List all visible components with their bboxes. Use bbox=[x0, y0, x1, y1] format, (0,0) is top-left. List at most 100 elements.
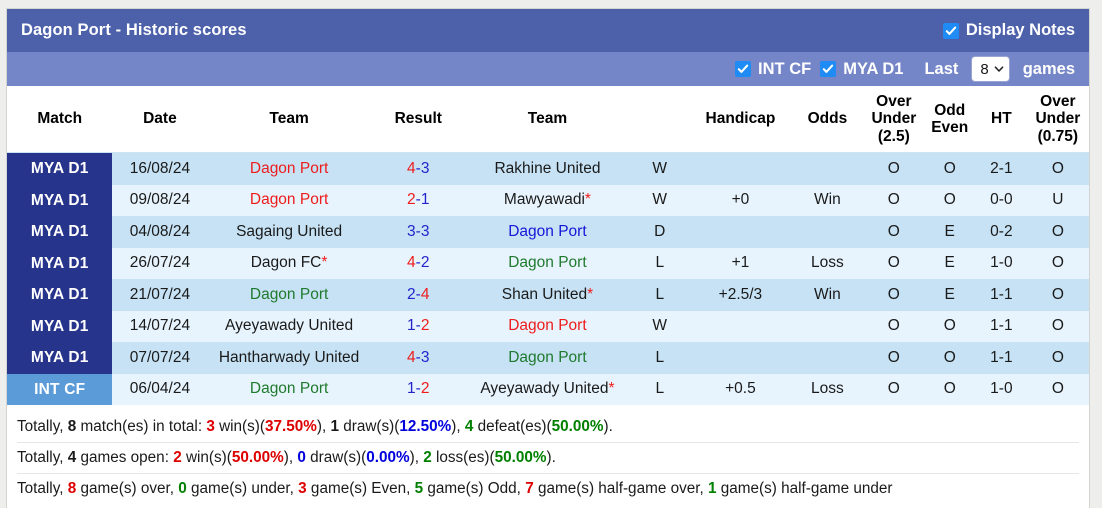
cell-home-team[interactable]: Sagaing United bbox=[207, 216, 371, 248]
s3-half-over: 7 bbox=[525, 480, 534, 498]
cell-away-team[interactable]: Dagon Port bbox=[465, 247, 630, 280]
cell-league[interactable]: MYA D1 bbox=[7, 310, 113, 343]
titlebar: Dagon Port - Historic scores Display Not… bbox=[7, 9, 1089, 52]
cell-away-team[interactable]: Ayeyawady United* bbox=[465, 373, 630, 406]
cell-odds: Win bbox=[790, 184, 865, 217]
cell-result[interactable]: 4-3 bbox=[370, 342, 466, 374]
col-header-date[interactable]: Date bbox=[112, 86, 208, 154]
s2-t5: ), bbox=[409, 449, 424, 467]
s1-t1: match(es) in total: bbox=[76, 418, 207, 436]
cell-home-team[interactable]: Dagon Port bbox=[207, 152, 371, 185]
cell-over-under-075: U bbox=[1026, 184, 1089, 217]
table-row[interactable]: MYA D1 16/08/24 Dagon Port 4-3 Rakhine Unite… bbox=[7, 152, 1089, 185]
table-header-row: Match Date Team Result Team Handicap Odd… bbox=[7, 86, 1089, 154]
s3-t4: game(s) Odd, bbox=[423, 480, 526, 498]
table-row[interactable]: MYA D1 21/07/24 Dagon Port 2-4 Shan United* L… bbox=[7, 279, 1089, 311]
away-team-name: Dagon Port bbox=[508, 222, 587, 240]
display-notes-control[interactable]: Display Notes bbox=[942, 21, 1075, 40]
filter-mya-d1[interactable]: MYA D1 bbox=[820, 60, 903, 79]
historic-scores-card: Dagon Port - Historic scores Display Not… bbox=[6, 8, 1090, 508]
cell-result[interactable]: 3-3 bbox=[370, 216, 466, 248]
neutral-venue-star-icon: * bbox=[584, 191, 591, 209]
cell-league[interactable]: MYA D1 bbox=[7, 184, 113, 217]
col-header-handicap[interactable]: Handicap bbox=[690, 86, 791, 154]
cell-date: 09/08/24 bbox=[112, 184, 208, 217]
col-header-result[interactable]: Result bbox=[370, 86, 466, 154]
cell-home-team[interactable]: Dagon Port bbox=[207, 373, 371, 406]
col-header-over-under-25[interactable]: Over Under (2.5) bbox=[864, 86, 924, 154]
s3-odd: 5 bbox=[414, 480, 424, 498]
s2-t7: ). bbox=[546, 449, 556, 467]
cell-result[interactable]: 4-2 bbox=[370, 247, 466, 280]
int-cf-checkbox[interactable] bbox=[735, 61, 752, 77]
cell-wdl: D bbox=[629, 216, 691, 248]
cell-odds bbox=[790, 152, 865, 185]
cell-home-team[interactable]: Dagon Port bbox=[207, 279, 371, 311]
s2-loss-pct: 50.00% bbox=[494, 449, 547, 467]
cell-league[interactable]: MYA D1 bbox=[7, 279, 113, 311]
cell-home-team[interactable]: Dagon FC* bbox=[207, 247, 371, 280]
cell-league[interactable]: MYA D1 bbox=[7, 216, 113, 248]
col-header-match[interactable]: Match bbox=[7, 86, 113, 154]
s1-t3: ), bbox=[316, 418, 331, 436]
table-row[interactable]: INT CF 06/04/24 Dagon Port 1-2 Ayeyawady Uni… bbox=[7, 373, 1089, 406]
cell-result[interactable]: 2-1 bbox=[370, 184, 466, 217]
cell-away-team[interactable]: Mawyawadi* bbox=[465, 184, 630, 217]
cell-away-team[interactable]: Dagon Port bbox=[465, 310, 630, 343]
cell-league[interactable]: INT CF bbox=[7, 373, 113, 406]
ou075-line3: (0.75) bbox=[1037, 127, 1079, 145]
table-row[interactable]: MYA D1 09/08/24 Dagon Port 2-1 Mawyawadi* W +0… bbox=[7, 184, 1089, 217]
cell-league[interactable]: MYA D1 bbox=[7, 342, 113, 374]
cell-home-team[interactable]: Dagon Port bbox=[207, 184, 371, 217]
cell-over-under-25: O bbox=[864, 184, 924, 217]
cell-result[interactable]: 4-3 bbox=[370, 152, 466, 185]
score-home: 3 bbox=[407, 222, 416, 240]
col-header-odd-even[interactable]: Odd Even bbox=[923, 86, 977, 154]
col-header-home-team[interactable]: Team bbox=[207, 86, 371, 154]
league-badge: MYA D1 bbox=[7, 279, 113, 311]
s1-t4: draw(s)( bbox=[339, 418, 400, 436]
mya-d1-checkbox[interactable] bbox=[820, 61, 837, 77]
league-badge: MYA D1 bbox=[7, 310, 113, 343]
cell-result[interactable]: 2-4 bbox=[370, 279, 466, 311]
cell-away-team[interactable]: Dagon Port bbox=[465, 216, 630, 248]
cell-away-team[interactable]: Shan United* bbox=[465, 279, 630, 311]
table-row[interactable]: MYA D1 14/07/24 Ayeyawady United 1-2 Dagon P… bbox=[7, 310, 1089, 343]
table-row[interactable]: MYA D1 26/07/24 Dagon FC* 4-2 Dagon Port L +1 L… bbox=[7, 247, 1089, 280]
display-notes-checkbox[interactable] bbox=[942, 22, 959, 39]
score-home: 4 bbox=[407, 159, 416, 177]
cell-home-team[interactable]: Ayeyawady United bbox=[207, 310, 371, 343]
cell-home-team[interactable]: Hantharwady United bbox=[207, 342, 371, 374]
col-header-odds[interactable]: Odds bbox=[790, 86, 865, 154]
s2-t2: win(s)( bbox=[181, 449, 232, 467]
cell-result[interactable]: 1-2 bbox=[370, 310, 466, 343]
col-header-away-team[interactable]: Team bbox=[465, 86, 630, 154]
league-badge: MYA D1 bbox=[7, 342, 113, 374]
away-team-name: Mawyawadi bbox=[503, 191, 585, 209]
table-row[interactable]: MYA D1 07/07/24 Hantharwady United 4-3 Dagon… bbox=[7, 342, 1089, 374]
filter-int-cf[interactable]: INT CF bbox=[735, 60, 811, 79]
cell-over-under-075: O bbox=[1026, 279, 1089, 311]
away-team-name: Dagon Port bbox=[508, 254, 587, 272]
games-count-select[interactable]: 8 bbox=[971, 56, 1010, 82]
home-team-name: Dagon Port bbox=[249, 191, 329, 209]
cell-result[interactable]: 1-2 bbox=[370, 373, 466, 406]
home-team-name: Dagon FC bbox=[250, 254, 322, 272]
s1-draw-pct: 12.50% bbox=[399, 418, 452, 436]
ou25-line3: (2.5) bbox=[877, 127, 910, 145]
s1-t6: defeat(es)( bbox=[473, 418, 552, 436]
cell-wdl: L bbox=[629, 247, 691, 280]
cell-league[interactable]: MYA D1 bbox=[7, 153, 113, 185]
table-row[interactable]: MYA D1 04/08/24 Sagaing United 3-3 Dagon Por… bbox=[7, 216, 1089, 248]
score-away: 4 bbox=[420, 285, 430, 303]
col-header-ht[interactable]: HT bbox=[976, 86, 1027, 154]
cell-away-team[interactable]: Dagon Port bbox=[465, 342, 630, 374]
cell-away-team[interactable]: Rakhine United bbox=[465, 152, 630, 185]
score-home: 2 bbox=[407, 191, 416, 209]
col-header-over-under-075[interactable]: Over Under (0.75) bbox=[1026, 86, 1089, 154]
cell-over-under-075: O bbox=[1026, 342, 1089, 374]
cell-league[interactable]: MYA D1 bbox=[7, 247, 113, 280]
cell-odd-even: O bbox=[923, 184, 977, 217]
away-team-name: Rakhine United bbox=[494, 159, 601, 177]
score-home: 2 bbox=[407, 285, 416, 303]
